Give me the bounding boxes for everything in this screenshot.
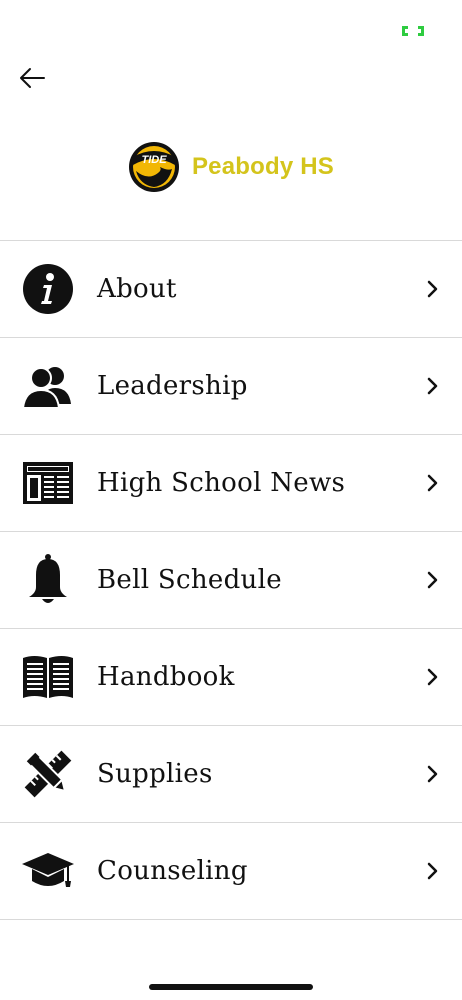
menu-item-supplies[interactable]: Supplies bbox=[0, 726, 462, 823]
book-icon bbox=[21, 650, 75, 704]
chevron-right-icon bbox=[427, 377, 438, 395]
chevron-right-icon bbox=[427, 862, 438, 880]
chevron-right-icon bbox=[427, 474, 438, 492]
menu-item-label: Bell Schedule bbox=[97, 565, 282, 595]
menu-item-bell-schedule[interactable]: Bell Schedule bbox=[0, 532, 462, 629]
main-menu: About Leadership High School News Bell S… bbox=[0, 240, 462, 920]
menu-item-label: High School News bbox=[97, 468, 346, 498]
menu-item-label: Handbook bbox=[97, 662, 235, 692]
menu-item-label: Counseling bbox=[97, 856, 248, 886]
menu-item-handbook[interactable]: Handbook bbox=[0, 629, 462, 726]
bell-icon bbox=[21, 553, 75, 607]
pencil-ruler-icon bbox=[21, 747, 75, 801]
menu-item-about[interactable]: About bbox=[0, 241, 462, 338]
status-indicator-icon bbox=[402, 26, 424, 36]
logo-text: TIDE bbox=[141, 154, 167, 166]
app-header: TIDE Peabody HS bbox=[0, 140, 462, 194]
graduation-cap-icon bbox=[21, 844, 75, 898]
menu-item-leadership[interactable]: Leadership bbox=[0, 338, 462, 435]
menu-item-label: Supplies bbox=[97, 759, 213, 789]
info-icon bbox=[21, 262, 75, 316]
chevron-right-icon bbox=[427, 571, 438, 589]
menu-item-high-school-news[interactable]: High School News bbox=[0, 435, 462, 532]
menu-item-label: Leadership bbox=[97, 371, 248, 401]
home-indicator[interactable] bbox=[149, 984, 313, 990]
menu-item-label: About bbox=[97, 274, 177, 304]
school-logo-icon: TIDE bbox=[128, 142, 179, 192]
back-button[interactable] bbox=[14, 60, 50, 96]
chevron-right-icon bbox=[427, 765, 438, 783]
chevron-right-icon bbox=[427, 668, 438, 686]
back-arrow-icon bbox=[20, 68, 45, 88]
people-icon bbox=[21, 359, 75, 413]
chevron-right-icon bbox=[427, 280, 438, 298]
menu-item-counseling[interactable]: Counseling bbox=[0, 823, 462, 920]
newspaper-icon bbox=[21, 456, 75, 510]
school-name: Peabody HS bbox=[191, 153, 335, 180]
